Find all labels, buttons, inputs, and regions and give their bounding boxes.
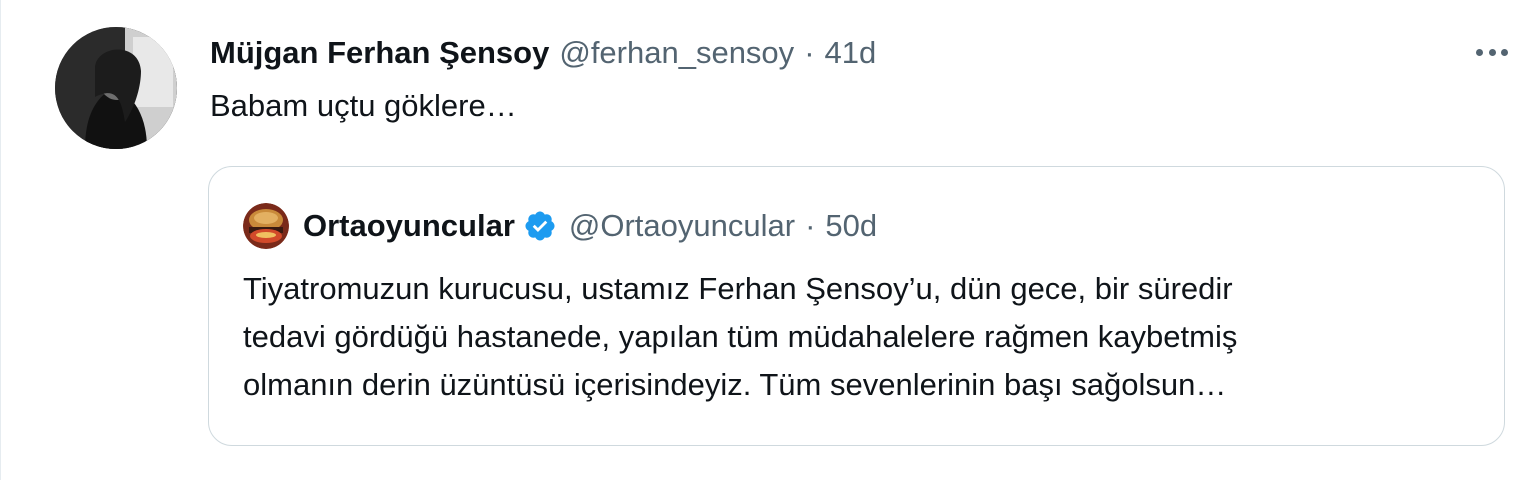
verified-badge-icon (525, 211, 555, 241)
quote-text-line: Tiyatromuzun kurucusu, ustamız Ferhan Şe… (243, 271, 1233, 306)
quote-text-line: olmanın derin üzüntüsü içerisindeyiz. Tü… (243, 367, 1227, 402)
quote-text-line: tedavi gördüğü hastanede, yapılan tüm mü… (243, 319, 1238, 354)
separator-dot: · (804, 35, 815, 70)
avatar-photo (55, 27, 177, 149)
quote-text: Tiyatromuzun kurucusu, ustamız Ferhan Şe… (243, 265, 1483, 409)
quote-avatar-logo (243, 203, 289, 249)
tweet-header: Müjgan Ferhan Şensoy @ferhan_sensoy · 41… (210, 32, 876, 74)
timestamp[interactable]: 41d (825, 35, 877, 71)
more-horizontal-icon-dot (1488, 48, 1496, 56)
more-options-button[interactable] (1472, 36, 1512, 68)
quote-user-handle[interactable]: @Ortaoyuncular (569, 208, 795, 244)
quote-display-name[interactable]: Ortaoyuncular (303, 208, 515, 244)
user-handle[interactable]: @ferhan_sensoy (559, 35, 794, 71)
display-name[interactable]: Müjgan Ferhan Şensoy (210, 35, 549, 71)
quote-header: Ortaoyuncular @Ortaoyuncular · 50d (243, 203, 877, 249)
avatar[interactable] (55, 27, 177, 149)
tweet[interactable]: Müjgan Ferhan Şensoy @ferhan_sensoy · 41… (0, 0, 1540, 480)
tweet-text: Babam uçtu göklere… (210, 88, 517, 123)
more-horizontal-icon-dot (1501, 48, 1508, 56)
more-horizontal-icon (1476, 48, 1483, 56)
quote-tweet[interactable]: Ortaoyuncular @Ortaoyuncular · 50d Tiyat… (208, 166, 1505, 446)
quote-avatar[interactable] (243, 203, 289, 249)
quote-separator-dot: · (805, 208, 816, 243)
quote-timestamp[interactable]: 50d (825, 208, 877, 244)
